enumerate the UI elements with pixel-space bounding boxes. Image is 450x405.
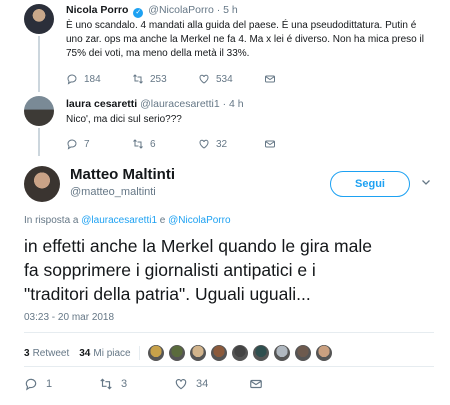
author-name[interactable]: Matteo Maltinti xyxy=(70,166,175,183)
reply-button[interactable]: 7 xyxy=(66,138,132,150)
follow-button[interactable]: Segui xyxy=(330,171,410,197)
reply-button[interactable]: 184 xyxy=(66,73,132,85)
divider xyxy=(24,366,434,367)
dm-button[interactable] xyxy=(264,138,282,150)
retweet-icon xyxy=(100,378,112,390)
retweet-stat[interactable]: 3 Retweet xyxy=(24,348,69,359)
retweet-count: 6 xyxy=(150,138,156,150)
reply-icon xyxy=(67,74,77,85)
tweet-text: È uno scandalo. 4 mandati alla guida del… xyxy=(66,20,424,59)
chevron-down-icon[interactable] xyxy=(420,176,432,188)
tweet-timestamp[interactable]: 03:23 - 20 mar 2018 xyxy=(24,312,114,323)
tweet-time[interactable]: · 4 h xyxy=(223,98,244,110)
replying-user-link[interactable]: @NicolaPorro xyxy=(168,215,230,226)
avatar[interactable] xyxy=(24,166,60,202)
reply-count: 7 xyxy=(84,138,90,150)
retweet-count: 253 xyxy=(150,73,167,85)
avatar[interactable] xyxy=(24,4,54,34)
author-handle[interactable]: @matteo_maltinti xyxy=(70,186,156,198)
liker-avatar[interactable] xyxy=(147,345,164,361)
retweet-icon xyxy=(133,139,143,149)
tweet-header: Nicola Porro ✓ @NicolaPorro · 5 h xyxy=(66,4,238,18)
liker-avatar[interactable] xyxy=(273,345,290,361)
tweet-stats: 3 Retweet 34 Mi piace xyxy=(24,345,337,361)
liker-avatar[interactable] xyxy=(189,345,206,361)
liker-avatar[interactable] xyxy=(294,345,311,361)
dm-button[interactable] xyxy=(264,73,282,85)
verified-icon: ✓ xyxy=(133,8,144,18)
like-stat[interactable]: 34 Mi piace xyxy=(79,348,130,359)
retweet-button[interactable]: 6 xyxy=(132,138,198,150)
author-name[interactable]: Nicola Porro xyxy=(66,4,128,16)
like-button[interactable]: 32 xyxy=(198,138,264,150)
author-handle[interactable]: @NicolaPorro xyxy=(148,4,214,16)
dm-icon xyxy=(265,75,275,83)
divider xyxy=(138,346,140,360)
tweet-text: in effetti anche la Merkel quando le gir… xyxy=(24,236,372,304)
liker-avatar[interactable] xyxy=(210,345,227,361)
like-count: 32 xyxy=(216,138,228,150)
like-count: 34 xyxy=(196,378,209,390)
like-icon xyxy=(199,139,209,149)
divider xyxy=(24,332,434,333)
like-button[interactable]: 534 xyxy=(198,73,264,85)
like-icon xyxy=(199,74,209,84)
avatar[interactable] xyxy=(24,96,54,126)
replying-user-link[interactable]: @lauracesaretti1 xyxy=(81,215,157,226)
like-button[interactable]: 34 xyxy=(174,377,249,391)
author-name[interactable]: laura cesaretti xyxy=(66,98,137,110)
reply-count: 184 xyxy=(84,73,101,85)
retweet-button[interactable]: 3 xyxy=(99,377,174,391)
retweet-button[interactable]: 253 xyxy=(132,73,198,85)
dm-button[interactable] xyxy=(249,377,271,391)
tweet-actions: 1 3 34 xyxy=(24,377,271,391)
liker-avatars xyxy=(147,345,337,361)
liker-avatar[interactable] xyxy=(252,345,269,361)
reply-count: 1 xyxy=(46,378,53,390)
liker-avatar[interactable] xyxy=(231,345,248,361)
thread-line xyxy=(38,36,40,92)
tweet-time[interactable]: · 5 h xyxy=(217,4,238,16)
reply-icon xyxy=(67,139,77,150)
liker-avatar[interactable] xyxy=(168,345,185,361)
thread-line xyxy=(38,128,40,156)
liker-avatar[interactable] xyxy=(315,345,332,361)
like-icon xyxy=(175,379,187,390)
retweet-count: 3 xyxy=(121,378,128,390)
retweet-icon xyxy=(133,74,143,84)
tweet-actions: 184 253 534 xyxy=(66,73,282,85)
replying-to: In risposta a @lauracesaretti1 e @Nicola… xyxy=(24,215,231,226)
tweet-header: laura cesaretti @lauracesaretti1 · 4 h xyxy=(66,98,244,110)
author-handle[interactable]: @lauracesaretti1 xyxy=(140,98,220,110)
tweet-text: Nico', ma dici sul serio??? xyxy=(66,114,182,125)
tweet-actions: 7 6 32 xyxy=(66,138,282,150)
dm-icon xyxy=(265,140,275,148)
reply-icon xyxy=(25,378,37,391)
reply-button[interactable]: 1 xyxy=(24,377,99,391)
dm-icon xyxy=(250,379,262,389)
like-count: 534 xyxy=(216,73,233,85)
